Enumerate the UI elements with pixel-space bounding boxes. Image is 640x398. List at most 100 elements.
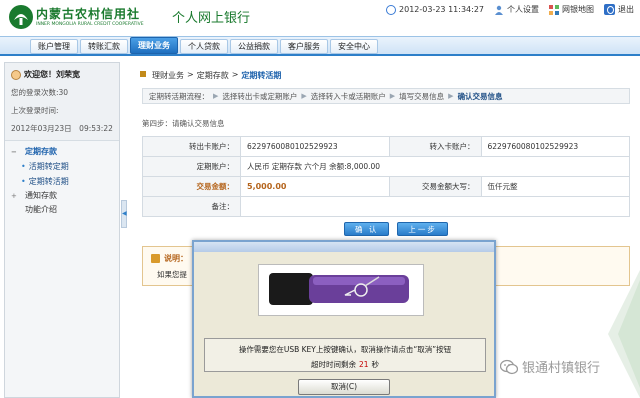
last-login-time: 2012年03月23日 09:53:22 xyxy=(11,124,113,133)
sidebar-item-current-to-fixed[interactable]: • 活期转定期 xyxy=(5,159,119,174)
timeout-unit: 秒 xyxy=(371,360,380,369)
fixed-account-value: 人民币 定期存款 六个月 余额:8,000.00 xyxy=(240,156,630,177)
breadcrumb-item[interactable]: 理财业务 xyxy=(152,70,184,81)
welcome-text: 欢迎您！刘荣宽 xyxy=(24,70,80,79)
amount-value: 5,000.00 xyxy=(240,176,390,197)
power-icon xyxy=(604,4,615,15)
usb-key-image xyxy=(258,264,424,316)
watermark: 银通村镇银行 xyxy=(500,357,600,376)
tab-security-center[interactable]: 安全中心 xyxy=(330,39,378,54)
timeout-label: 超时时间剩余 xyxy=(310,360,356,369)
sidebar-group-label: 定期存款 xyxy=(25,147,57,156)
confirm-button[interactable]: 确 认 xyxy=(344,222,390,236)
dialog-message-box: 操作需要您在USB KEY上按键确认，取消操作请点击“取消”按钮 超时时间剩余 2… xyxy=(204,338,486,372)
table-row: 转出卡账户： 6229760080102529923 转入卡账户： 622976… xyxy=(142,136,630,157)
breadcrumb-separator: > xyxy=(187,70,194,79)
sitemap-icon xyxy=(549,4,559,15)
last-login-label: 上次登录时间: xyxy=(11,106,59,115)
remark-value xyxy=(240,196,630,217)
breadcrumb-current: 定期转活期 xyxy=(241,71,282,80)
amount-upper-label: 交易金额大写： xyxy=(388,176,482,197)
logout-link[interactable]: 退出 xyxy=(604,4,634,15)
bullet-icon: • xyxy=(21,177,26,186)
welcome-line: 欢迎您！刘荣宽 xyxy=(11,69,113,80)
usbkey-confirm-dialog: 操作需要您在USB KEY上按键确认，取消操作请点击“取消”按钮 超时时间剩余 2… xyxy=(192,240,496,398)
info-icon xyxy=(151,254,160,263)
settings-link[interactable]: 个人设置 xyxy=(494,4,539,15)
sidebar-group-label: 通知存款 xyxy=(25,191,57,200)
step-title: 第四步：请确认交易信息 xyxy=(142,119,225,128)
sidebar-item-label: 活期转定期 xyxy=(28,162,69,171)
transaction-info-table: 转出卡账户： 6229760080102529923 转入卡账户： 622976… xyxy=(142,136,630,217)
page-header: 内蒙古农村信用社 INNER MONGOLIA RURAL CREDIT COO… xyxy=(0,0,640,36)
back-button[interactable]: 上一步 xyxy=(397,222,448,236)
wechat-icon xyxy=(500,359,518,374)
breadcrumb-icon xyxy=(140,71,146,77)
sidebar-group-notice-deposit[interactable]: + 通知存款 xyxy=(5,189,119,203)
note-title: 说明： xyxy=(151,253,188,264)
settings-link-label: 个人设置 xyxy=(507,5,539,14)
tab-wealth-management[interactable]: 理财业务 xyxy=(130,37,178,54)
breadcrumb-item[interactable]: 定期存款 xyxy=(197,70,229,81)
welcome-panel: 欢迎您！刘荣宽 您的登录次数:30 上次登录时间: 2012年03月23日 09… xyxy=(5,63,119,141)
tab-donation[interactable]: 公益捐款 xyxy=(230,39,278,54)
avatar xyxy=(11,69,21,80)
steps-label: 定期转活期流程： xyxy=(149,91,209,101)
dialog-message: 操作需要您在USB KEY上按键确认，取消操作请点击“取消”按钮 xyxy=(238,345,452,354)
action-buttons: 确 认 上一步 xyxy=(344,222,448,236)
clock-icon xyxy=(386,4,397,15)
step-4-current: 确认交易信息 xyxy=(457,91,503,101)
out-card-value: 6229760080102529923 xyxy=(240,136,390,157)
bullet-icon: • xyxy=(21,162,26,171)
timeout-line: 超时时间剩余 21 秒 xyxy=(205,359,485,370)
step-arrow-icon: ▶ xyxy=(448,92,454,100)
process-steps: 定期转活期流程： ▶ 选择转出卡或定期账户 ▶ 选择转入卡或活期账户 ▶ 填写交… xyxy=(142,88,630,104)
sidebar-item-fixed-to-current[interactable]: • 定期转活期 xyxy=(5,174,119,189)
timeout-value: 21 xyxy=(358,360,369,369)
tab-personal-loan[interactable]: 个人贷款 xyxy=(180,39,228,54)
breadcrumb-separator: > xyxy=(231,70,239,79)
tab-customer-service[interactable]: 客户服务 xyxy=(280,39,328,54)
user-icon xyxy=(495,5,503,15)
in-card-value: 6229760080102529923 xyxy=(480,136,630,157)
bank-logo-icon xyxy=(9,5,33,29)
step-3: 填写交易信息 xyxy=(399,91,445,101)
note-title-text: 说明： xyxy=(164,254,188,263)
dialog-titlebar xyxy=(194,242,494,252)
sidebar-group-fixed-deposit[interactable]: − 定期存款 xyxy=(5,145,119,159)
table-row: 交易金额： 5,000.00 交易金额大写： 伍仟元整 xyxy=(142,176,630,197)
side-menu: − 定期存款 • 活期转定期 • 定期转活期 + 通知存款 功能介绍 xyxy=(5,145,119,217)
tab-account-management[interactable]: 账户管理 xyxy=(30,39,78,54)
usb-key-icon xyxy=(269,273,409,305)
main-nav: 账户管理 转账汇款 理财业务 个人贷款 公益捐款 客户服务 安全中心 xyxy=(0,36,640,56)
amount-label: 交易金额： xyxy=(142,176,241,197)
cancel-button[interactable]: 取消(C) xyxy=(298,379,390,395)
datetime-display: 2012-03-23 11:34:27 xyxy=(386,4,484,15)
step-arrow-icon: ▶ xyxy=(389,92,396,100)
nav-tabs: 账户管理 转账汇款 理财业务 个人贷款 公益捐款 客户服务 安全中心 xyxy=(30,37,378,54)
sidebar-collapse-handle[interactable]: ◀ xyxy=(121,200,127,228)
bank-logo-text: 内蒙古农村信用社 xyxy=(36,7,141,21)
watermark-text: 银通村镇银行 xyxy=(522,361,601,376)
sidebar: 欢迎您！刘荣宽 您的登录次数:30 上次登录时间: 2012年03月23日 09… xyxy=(4,62,120,398)
remark-label: 备注： xyxy=(142,196,241,217)
site-title: 个人网上银行 xyxy=(172,11,251,26)
logout-link-label: 退出 xyxy=(618,5,634,14)
sidebar-item-label: 定期转活期 xyxy=(28,177,69,186)
sitemap-link[interactable]: 网银地图 xyxy=(549,4,594,15)
step-arrow-icon: ▶ xyxy=(213,92,219,100)
sitemap-link-label: 网银地图 xyxy=(562,5,594,14)
note-body: 如果您提 xyxy=(157,270,187,279)
tab-transfer[interactable]: 转账汇款 xyxy=(80,39,128,54)
sidebar-group-introduction[interactable]: 功能介绍 xyxy=(5,203,119,217)
datetime-text: 2012-03-23 11:34:27 xyxy=(399,5,484,14)
step-2: 选择转入卡或活期账户 xyxy=(310,91,386,101)
sidebar-group-label: 功能介绍 xyxy=(25,205,57,214)
table-row: 定期账户： 人民币 定期存款 六个月 余额:8,000.00 xyxy=(142,156,630,177)
header-toolbar: 2012-03-23 11:34:27 个人设置 网银地图 退出 xyxy=(386,4,634,15)
fixed-account-label: 定期账户： xyxy=(142,156,241,177)
expand-icon: + xyxy=(11,192,17,200)
step-1: 选择转出卡或定期账户 xyxy=(222,91,298,101)
step-arrow-icon: ▶ xyxy=(301,92,307,100)
table-row: 备注： xyxy=(142,196,630,217)
